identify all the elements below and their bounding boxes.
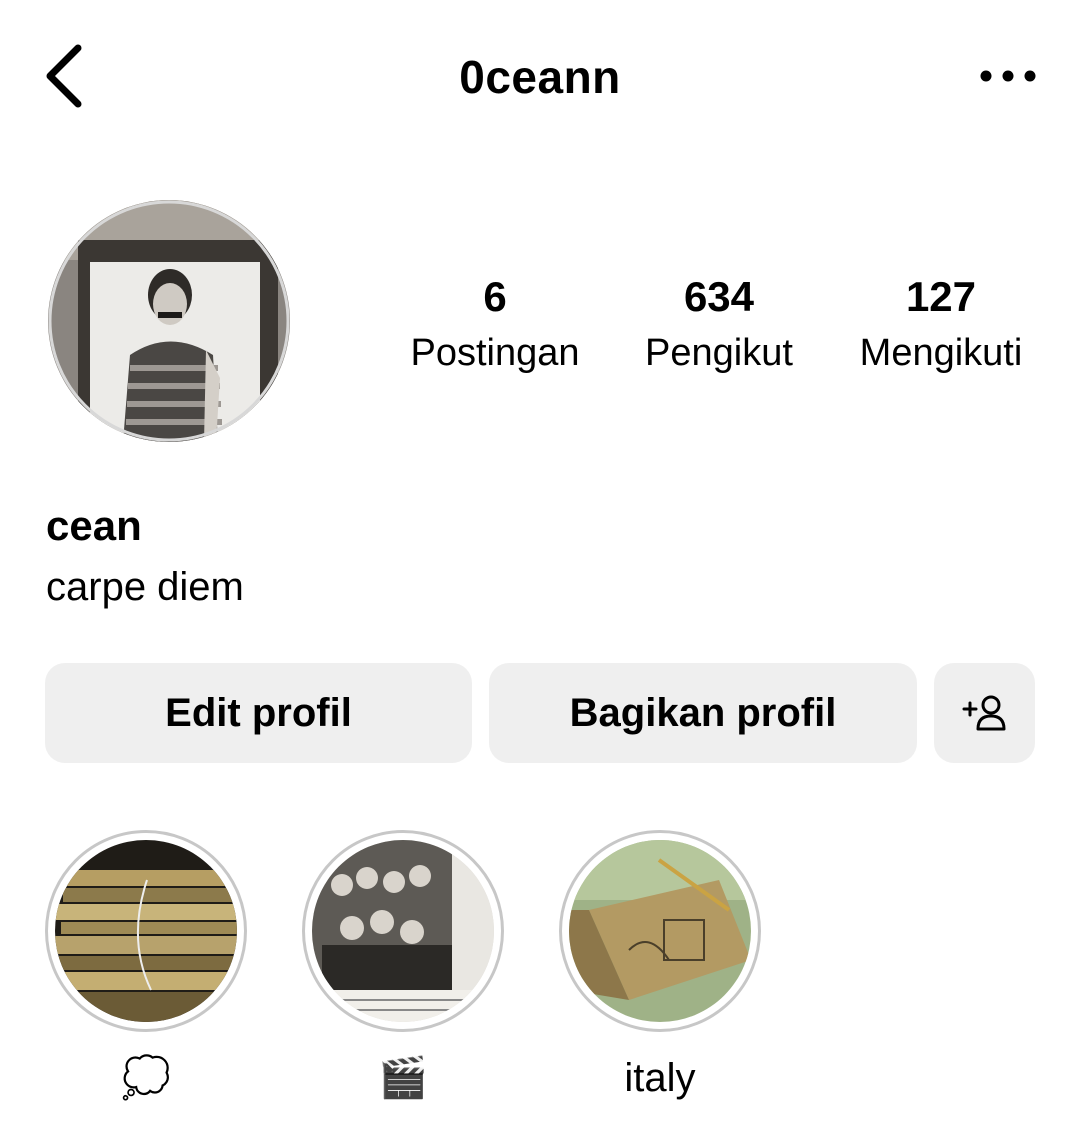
story-highlight[interactable]: italy: [558, 830, 762, 1108]
highlight-cover-image: [55, 840, 237, 1022]
posts-count: 6: [483, 273, 507, 320]
story-highlight[interactable]: 🎬: [301, 830, 505, 1108]
highlight-cover-image: [312, 840, 494, 1022]
following-stat[interactable]: 127 Mengikuti: [834, 272, 1048, 378]
top-navigation-bar: 0ceann: [0, 0, 1080, 160]
highlight-ring: [45, 830, 247, 1032]
profile-username-title: 0ceann: [459, 51, 621, 103]
posts-label: Postingan: [410, 332, 580, 374]
followers-label: Pengikut: [645, 332, 793, 374]
edit-profile-button[interactable]: Edit profil: [45, 663, 472, 763]
followers-stat[interactable]: 634 Pengikut: [614, 272, 824, 378]
profile-avatar[interactable]: [48, 200, 290, 442]
profile-stats: 6 Postingan 634 Pengikut 127 Mengikuti: [380, 272, 1060, 382]
add-person-icon: [962, 695, 1005, 731]
following-label: Mengikuti: [859, 332, 1023, 374]
more-options-button[interactable]: [976, 58, 1040, 94]
profile-display-name: cean: [46, 502, 142, 549]
discover-people-button[interactable]: [934, 663, 1035, 763]
highlight-label: 🎬: [378, 1055, 428, 1101]
highlight-cover-image: [569, 840, 751, 1022]
posts-stat[interactable]: 6 Postingan: [390, 272, 600, 378]
highlight-ring: [302, 830, 504, 1032]
highlight-label: 💭: [121, 1055, 171, 1101]
share-profile-button[interactable]: Bagikan profil: [489, 663, 917, 763]
profile-bio: carpe diem: [46, 565, 244, 609]
highlight-ring: [559, 830, 761, 1032]
highlight-label: italy: [624, 1056, 696, 1100]
story-highlight[interactable]: 💭: [44, 830, 248, 1108]
more-horizontal-icon: [980, 70, 1036, 82]
following-count: 127: [905, 273, 977, 320]
followers-count: 634: [683, 273, 755, 320]
